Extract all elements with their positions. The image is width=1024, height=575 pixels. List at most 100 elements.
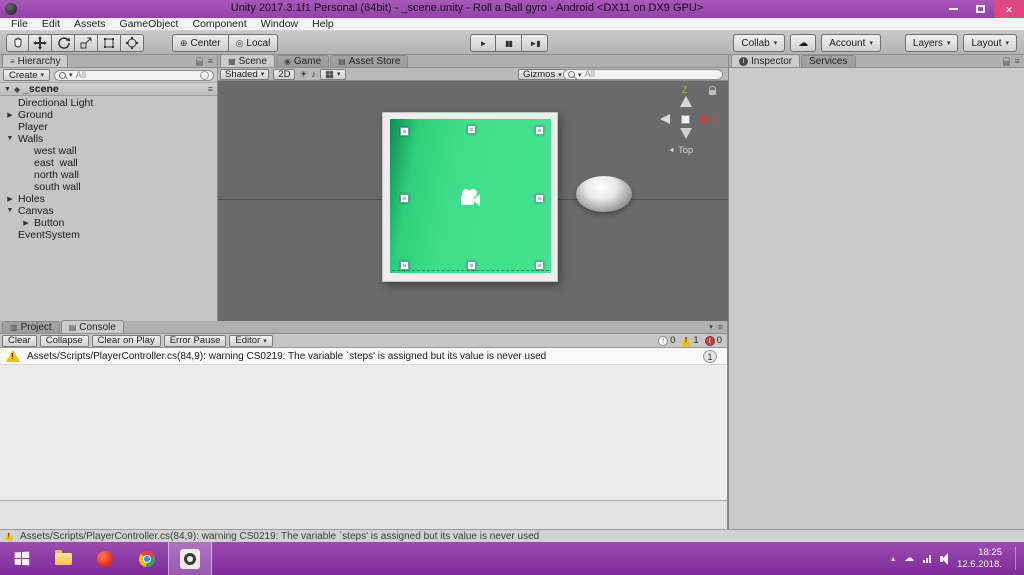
status-bar[interactable]: Assets/Scripts/PlayerController.cs(84,9)…	[0, 529, 1024, 542]
file-explorer-button[interactable]	[42, 542, 84, 575]
selection-handle[interactable]	[467, 125, 476, 134]
x-axis-cone-icon[interactable]	[701, 114, 711, 124]
2d-toggle-button[interactable]: 2D	[273, 68, 296, 80]
tab-hierarchy[interactable]: ≡ Hierarchy	[2, 54, 69, 67]
selection-handle[interactable]	[467, 261, 476, 270]
panel-menu-icon[interactable]: ≡	[1015, 56, 1020, 66]
search-clear-button[interactable]	[200, 70, 209, 80]
effects-dropdown[interactable]: ▦ ▾	[320, 68, 346, 80]
menu-file[interactable]: File	[4, 18, 35, 30]
scale-tool-button[interactable]	[75, 34, 98, 52]
warning-filter-toggle[interactable]: 1	[681, 335, 699, 346]
error-pause-button[interactable]: Error Pause	[163, 334, 227, 347]
tray-clock[interactable]: 18:25 12.6.2018.	[957, 547, 1002, 571]
disclosure-triangle-icon[interactable]: ▶	[6, 111, 14, 119]
selection-handle[interactable]	[400, 127, 409, 136]
menu-assets[interactable]: Assets	[67, 18, 113, 30]
tab-console[interactable]: ▤ Console	[60, 320, 124, 333]
selection-handle[interactable]	[400, 261, 409, 270]
panel-menu-icon[interactable]: ≡	[208, 56, 213, 66]
scene-audio-toggle[interactable]: ♪	[312, 69, 317, 79]
hierarchy-item-west-wall[interactable]: west wall	[0, 145, 217, 157]
left-axis-cone-icon[interactable]	[660, 114, 670, 124]
close-button[interactable]: ×	[994, 0, 1024, 18]
hierarchy-item-walls[interactable]: ▼ Walls	[0, 133, 217, 145]
rect-tool-button[interactable]	[98, 34, 121, 52]
disclosure-triangle-icon[interactable]: ▼	[4, 86, 11, 93]
chrome-button[interactable]	[126, 542, 168, 575]
show-hidden-icons-button[interactable]: ▴	[891, 554, 895, 563]
info-filter-toggle[interactable]: ! 0	[658, 335, 675, 346]
media-app-button[interactable]	[84, 542, 126, 575]
tab-asset-store[interactable]: ▤ Asset Store	[330, 55, 409, 67]
play-button[interactable]: ►	[470, 34, 496, 52]
unity-taskbar-button-active[interactable]	[168, 542, 212, 575]
hierarchy-item-eventsystem[interactable]: EventSystem	[0, 229, 217, 241]
menu-edit[interactable]: Edit	[35, 18, 67, 30]
disclosure-triangle-icon[interactable]: ▶	[6, 195, 14, 203]
disclosure-triangle-icon[interactable]: ▼	[6, 207, 14, 214]
chevron-down-icon[interactable]: ▾	[709, 323, 713, 331]
cloud-tray-icon[interactable]: ☁	[904, 553, 914, 564]
scene-search-input[interactable]: ▾ All	[563, 69, 723, 80]
hierarchy-item-east-wall[interactable]: east wall	[0, 157, 217, 169]
player-sphere-object[interactable]	[576, 176, 632, 212]
hierarchy-item-player[interactable]: Player	[0, 121, 217, 133]
lock-icon[interactable]	[1002, 56, 1010, 66]
tab-inspector[interactable]: i Inspector	[731, 54, 801, 67]
selection-handle[interactable]	[400, 194, 409, 203]
hierarchy-item-canvas[interactable]: ▼ Canvas	[0, 205, 217, 217]
hierarchy-item-south-wall[interactable]: south wall	[0, 181, 217, 193]
tab-game[interactable]: ◉ Game	[275, 55, 330, 67]
tab-services[interactable]: Services	[801, 55, 856, 67]
camera-gizmo-icon[interactable]	[461, 189, 483, 207]
disclosure-triangle-icon[interactable]: ▶	[22, 219, 30, 227]
menu-component[interactable]: Component	[185, 18, 253, 30]
panel-menu-icon[interactable]: ≡	[718, 322, 723, 332]
error-filter-toggle[interactable]: ! 0	[704, 335, 722, 346]
transform-tool-button[interactable]	[121, 34, 144, 52]
selection-handle[interactable]	[535, 261, 544, 270]
pause-button[interactable]: ▮▮	[496, 34, 522, 52]
editor-dropdown[interactable]: Editor ▾	[229, 334, 273, 347]
scene-lighting-toggle[interactable]: ☀	[299, 69, 307, 80]
gizmos-dropdown[interactable]: Gizmos ▾	[518, 69, 567, 80]
selection-handle[interactable]	[535, 194, 544, 203]
hierarchy-item-directional-light[interactable]: Directional Light	[0, 97, 217, 109]
account-dropdown[interactable]: Account ▾	[821, 34, 881, 52]
rotate-tool-button[interactable]	[52, 34, 75, 52]
scene-context-menu-icon[interactable]: ≡	[208, 84, 213, 94]
cloud-button[interactable]: ☁	[790, 34, 817, 52]
layout-dropdown[interactable]: Layout ▾	[963, 34, 1017, 52]
tab-scene[interactable]: ▦ Scene	[220, 54, 275, 67]
view-orientation-label[interactable]: ◄ Top	[668, 145, 693, 156]
hierarchy-item-ground[interactable]: ▶ Ground	[0, 109, 217, 121]
start-button[interactable]	[0, 542, 42, 575]
step-button[interactable]: ►▮	[522, 34, 548, 52]
gizmo-center-cube[interactable]	[681, 115, 690, 124]
menu-gameobject[interactable]: GameObject	[113, 18, 186, 30]
up-axis-cone-icon[interactable]	[680, 96, 692, 107]
hierarchy-item-holes[interactable]: ▶ Holes	[0, 193, 217, 205]
collapse-button[interactable]: Collapse	[39, 334, 89, 347]
menu-help[interactable]: Help	[305, 18, 341, 30]
hand-tool-button[interactable]	[6, 34, 29, 52]
pivot-center-button[interactable]: ⊕ Center	[172, 34, 229, 52]
menu-window[interactable]: Window	[254, 18, 305, 30]
scene-orientation-gizmo[interactable]: Z X ◄ Top	[655, 85, 719, 159]
network-icon[interactable]	[923, 554, 932, 563]
scene-root-row[interactable]: ▼ ◆ _scene ≡	[0, 83, 217, 96]
pivot-local-button[interactable]: ◎ Local	[228, 34, 279, 52]
move-tool-button[interactable]	[29, 34, 52, 52]
show-desktop-button[interactable]	[1015, 546, 1020, 571]
minimize-button[interactable]	[940, 0, 967, 18]
hierarchy-search-input[interactable]: ▾ All	[54, 69, 214, 81]
shading-mode-dropdown[interactable]: Shaded ▾	[220, 68, 270, 80]
maximize-button[interactable]	[967, 0, 994, 18]
clear-button[interactable]: Clear	[2, 334, 37, 347]
tab-project[interactable]: ▥ Project	[2, 321, 60, 333]
clear-on-play-button[interactable]: Clear on Play	[91, 334, 161, 347]
lock-icon[interactable]	[195, 56, 203, 66]
scene-viewport[interactable]: Z X ◄ Top	[218, 81, 728, 321]
hierarchy-item-north-wall[interactable]: north wall	[0, 169, 217, 181]
